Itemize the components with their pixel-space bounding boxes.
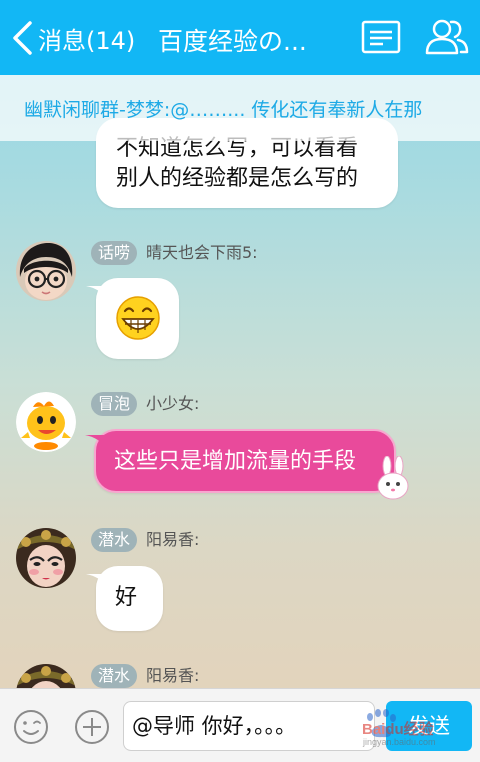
sender-name[interactable]: 阳易香: [146,528,199,552]
back-button[interactable]: 消息(14) [10,16,135,60]
message-bubble-pink[interactable]: 这些只是增加流量的手段 [85,429,396,493]
group-info-icon[interactable] [361,20,401,54]
message-bubble[interactable] [86,278,179,359]
message-input[interactable]: @导师 你好，。。。 [123,701,375,751]
member-level-badge: 潜水 [91,664,138,688]
avatar[interactable] [16,392,76,452]
emoji-icon[interactable] [12,708,50,746]
bubble-tail [85,435,107,449]
avatar[interactable] [16,528,76,588]
message-text: 好 [115,585,138,610]
group-members-icon[interactable] [424,16,470,56]
member-level-badge: 潜水 [91,528,138,552]
sender-name[interactable]: 阳易香: [146,664,199,688]
avatar-opera-face-icon [16,528,76,588]
notice-text: 幽默闲聊群-梦梦:@……... 传化还有奉新人在那 [24,98,423,121]
plus-icon[interactable] [73,708,111,746]
sender-name[interactable]: 晴天也会下雨5: [146,241,258,265]
input-bar: @导师 你好，。。。 发送 [0,688,480,762]
avatar[interactable] [16,241,76,301]
back-label: 消息(14) [38,26,136,55]
avatar-duck-cartoon-icon [16,392,76,452]
sender-name[interactable]: 小少女: [146,392,199,416]
bubble-tail [86,286,108,300]
bunny-sticker-icon [377,456,409,500]
avatar-girl-glasses-icon [16,241,76,301]
message-bubble[interactable]: 好 [86,566,163,631]
member-level-badge: 冒泡 [91,392,138,416]
top-bar: 消息(14) 百度经验の... [0,0,480,75]
chat-title: 百度经验の... [158,27,307,56]
chevron-left-icon [13,21,32,55]
member-level-badge: 话唠 [91,241,138,265]
message-text-line: 别人的经验都是怎么写的 [116,166,359,191]
grin-emoji-icon [116,296,160,340]
message-text: 这些只是增加流量的手段 [114,449,357,474]
bubble-tail [86,574,108,588]
send-button[interactable]: 发送 [386,701,472,751]
notice-banner[interactable]: 幽默闲聊群-梦梦:@……... 传化还有奉新人在那 [0,75,480,141]
